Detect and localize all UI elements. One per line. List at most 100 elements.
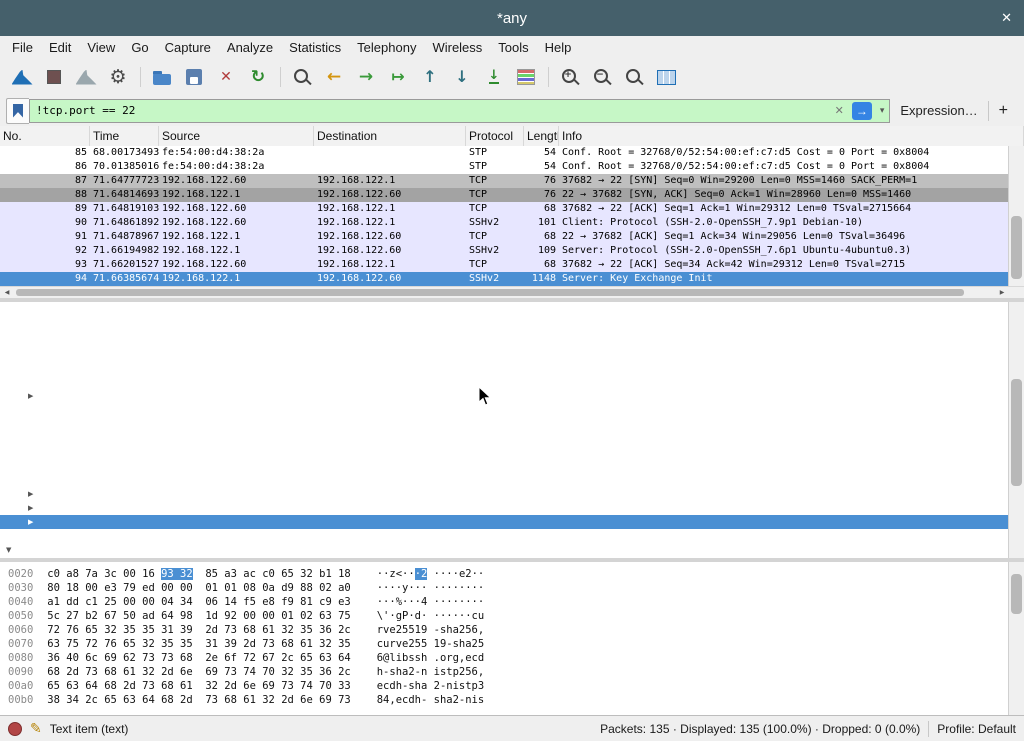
save-capture-icon[interactable]: [179, 63, 209, 91]
menu-tools[interactable]: Tools: [490, 40, 536, 55]
packet-detail-line[interactable]: [Checksum Status: Unverified]: [0, 459, 1009, 473]
menu-telephony[interactable]: Telephony: [349, 40, 424, 55]
packet-detail-line[interactable]: [Window size scaling factor: 128]: [0, 431, 1009, 445]
expert-info-icon[interactable]: [8, 722, 22, 736]
expand-arrow-icon[interactable]: ▶: [28, 389, 38, 403]
find-packet-icon[interactable]: [287, 63, 317, 91]
packet-list-horizontal-scrollbar[interactable]: ◀ ▶: [0, 286, 1024, 298]
column-header[interactable]: Time: [90, 126, 159, 146]
packet-detail-line[interactable]: ▼ SSH Protocol: [0, 543, 1009, 557]
packet-detail-line[interactable]: [Next sequence number: 1122 (relative se…: [0, 347, 1009, 361]
scroll-right-icon[interactable]: ▶: [995, 287, 1009, 298]
capture-options-gear-icon[interactable]: ⚙: [103, 63, 133, 91]
filter-apply-icon[interactable]: →: [852, 102, 872, 120]
packet-detail-line[interactable]: [Stream index: 0]: [0, 305, 1009, 319]
open-capture-icon[interactable]: [147, 63, 177, 91]
scrollbar-thumb[interactable]: [1011, 574, 1022, 614]
go-first-packet-icon[interactable]: ↑: [415, 63, 445, 91]
filter-clear-icon[interactable]: ✕: [830, 104, 849, 117]
expand-arrow-icon[interactable]: ▼: [6, 543, 16, 557]
expand-arrow-icon[interactable]: ▶: [28, 501, 38, 515]
filter-dropdown-icon[interactable]: ▾: [875, 105, 890, 116]
packet-row[interactable]: 93 71.662015274 192.168.122.60 192.168.1…: [0, 258, 1009, 272]
packet-detail-line[interactable]: TCP payload (1080 bytes): [0, 529, 1009, 543]
hex-row[interactable]: 007063 75 72 76 65 32 35 35 31 39 2d 73 …: [8, 637, 1009, 651]
packet-row[interactable]: 86 70.013850163 fe:54:00:d4:38:2a STP 54…: [0, 160, 1009, 174]
column-header[interactable]: Protocol: [466, 126, 524, 146]
zoom-out-icon[interactable]: −: [587, 63, 617, 91]
stop-capture-icon[interactable]: [39, 63, 69, 91]
details-vertical-scrollbar[interactable]: [1008, 302, 1024, 558]
packet-row[interactable]: 88 71.648146932 192.168.122.1 192.168.12…: [0, 188, 1009, 202]
hex-row[interactable]: 006072 76 65 32 35 35 31 39 2d 73 68 61 …: [8, 623, 1009, 637]
column-header[interactable]: No.: [0, 126, 90, 146]
profile-status[interactable]: Profile: Default: [937, 722, 1016, 736]
restart-capture-icon[interactable]: [71, 63, 101, 91]
column-header[interactable]: Destination: [314, 126, 466, 146]
close-capture-icon[interactable]: ✕: [211, 63, 241, 91]
scroll-left-icon[interactable]: ◀: [0, 287, 14, 298]
hex-vertical-scrollbar[interactable]: [1008, 562, 1024, 715]
menu-go[interactable]: Go: [123, 40, 156, 55]
packet-row[interactable]: 92 71.661949820 192.168.122.1 192.168.12…: [0, 244, 1009, 258]
add-filter-button[interactable]: +: [989, 102, 1018, 120]
hex-row[interactable]: 008036 40 6c 69 62 73 73 68 2e 6f 72 67 …: [8, 651, 1009, 665]
colorize-icon[interactable]: [511, 63, 541, 91]
filter-bookmark-button[interactable]: [6, 98, 29, 124]
packet-detail-line[interactable]: ▶ Flags: 0x018 (PSH, ACK): [0, 389, 1009, 403]
menu-statistics[interactable]: Statistics: [281, 40, 349, 55]
packet-detail-line[interactable]: ▶ Options: (12 bytes), No-Operation (NOP…: [0, 487, 1009, 501]
expand-arrow-icon[interactable]: ▶: [28, 515, 38, 529]
column-header[interactable]: Length: [524, 126, 559, 146]
hex-row[interactable]: 00505c 27 b2 67 50 ad 64 98 1d 92 00 00 …: [8, 609, 1009, 623]
packet-detail-line[interactable]: Acknowledgment number: 34 (relative ack …: [0, 361, 1009, 375]
menu-capture[interactable]: Capture: [157, 40, 219, 55]
scrollbar-thumb[interactable]: [16, 289, 964, 296]
packet-detail-line[interactable]: [TCP Segment Len: 1080]: [0, 319, 1009, 333]
expand-arrow-icon[interactable]: ▶: [28, 487, 38, 501]
packet-detail-line[interactable]: ▶ [Timestamps]: [0, 515, 1009, 529]
scrollbar-thumb[interactable]: [1011, 216, 1022, 279]
zoom-reset-icon[interactable]: [619, 63, 649, 91]
menu-help[interactable]: Help: [537, 40, 580, 55]
menu-file[interactable]: File: [4, 40, 41, 55]
packet-detail-line[interactable]: ▶ [SEQ/ACK analysis]: [0, 501, 1009, 515]
expression-button[interactable]: Expression…: [890, 103, 987, 118]
start-capture-icon[interactable]: [7, 63, 37, 91]
packet-row[interactable]: 91 71.648789678 192.168.122.1 192.168.12…: [0, 230, 1009, 244]
packet-detail-line[interactable]: Sequence number: 42 (relative sequence n…: [0, 333, 1009, 347]
go-back-icon[interactable]: ←: [319, 63, 349, 91]
go-to-packet-icon[interactable]: ↦: [383, 63, 413, 91]
menu-analyze[interactable]: Analyze: [219, 40, 281, 55]
packet-detail-line[interactable]: 1000 .... = Header Length: 32 bytes (8): [0, 375, 1009, 389]
display-filter-input[interactable]: [30, 104, 830, 117]
menu-edit[interactable]: Edit: [41, 40, 79, 55]
packet-detail-line[interactable]: Window size value: 227: [0, 403, 1009, 417]
autoscroll-icon[interactable]: ↓: [479, 63, 509, 91]
packet-detail-line[interactable]: [Calculated window size: 29056]: [0, 417, 1009, 431]
capture-comment-icon[interactable]: ✎: [30, 720, 42, 737]
hex-row[interactable]: 00b038 34 2c 65 63 64 68 2d 73 68 61 32 …: [8, 693, 1009, 707]
packet-detail-line[interactable]: Urgent pointer: 0: [0, 473, 1009, 487]
close-window-icon[interactable]: ✕: [1001, 10, 1012, 26]
reload-capture-icon[interactable]: ↻: [243, 63, 273, 91]
hex-row[interactable]: 00a065 63 64 68 2d 73 68 61 32 2d 6e 69 …: [8, 679, 1009, 693]
hex-row[interactable]: 009068 2d 73 68 61 32 2d 6e 69 73 74 70 …: [8, 665, 1009, 679]
resize-columns-icon[interactable]: [651, 63, 681, 91]
packet-list-vertical-scrollbar[interactable]: [1008, 146, 1024, 286]
menu-wireless[interactable]: Wireless: [424, 40, 490, 55]
column-header[interactable]: Info: [559, 126, 1024, 146]
go-last-packet-icon[interactable]: ↓: [447, 63, 477, 91]
go-forward-icon[interactable]: →: [351, 63, 381, 91]
menu-view[interactable]: View: [79, 40, 123, 55]
packet-row[interactable]: 90 71.648618924 192.168.122.60 192.168.1…: [0, 216, 1009, 230]
packet-row[interactable]: 89 71.648191037 192.168.122.60 192.168.1…: [0, 202, 1009, 216]
zoom-in-icon[interactable]: +: [555, 63, 585, 91]
packet-row[interactable]: 94 71.663856741 192.168.122.1 192.168.12…: [0, 272, 1009, 286]
column-header[interactable]: Source: [159, 126, 314, 146]
packet-row[interactable]: 87 71.647777234 192.168.122.60 192.168.1…: [0, 174, 1009, 188]
hex-row[interactable]: 003080 18 00 e3 79 ed 00 00 01 01 08 0a …: [8, 581, 1009, 595]
packet-row[interactable]: 85 68.001734936 fe:54:00:d4:38:2a STP 54…: [0, 146, 1009, 160]
packet-detail-line[interactable]: Checksum: 0x79ed [unverified]: [0, 445, 1009, 459]
scrollbar-thumb[interactable]: [1011, 379, 1022, 487]
